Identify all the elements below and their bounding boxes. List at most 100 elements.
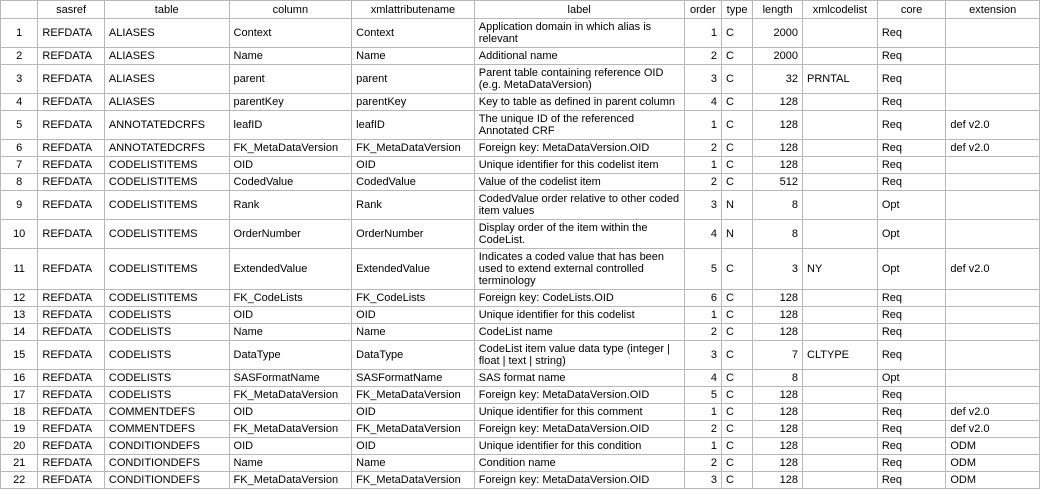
cell-xmlattributename[interactable]: Rank <box>352 191 475 220</box>
cell-extension[interactable] <box>946 290 1040 307</box>
cell-core[interactable]: Req <box>877 140 946 157</box>
cell-column[interactable]: OrderNumber <box>229 220 352 249</box>
cell-type[interactable]: C <box>722 157 753 174</box>
cell-table[interactable]: CODELISTITEMS <box>104 191 229 220</box>
cell-xmlcodelist[interactable]: NY <box>803 249 878 290</box>
cell-sasref[interactable]: REFDATA <box>38 387 104 404</box>
table-row[interactable]: 15REFDATACODELISTSDataTypeDataTypeCodeLi… <box>1 341 1040 370</box>
cell-xmlattributename[interactable]: FK_MetaDataVersion <box>352 421 475 438</box>
cell-xmlcodelist[interactable] <box>803 157 878 174</box>
cell-length[interactable]: 128 <box>753 324 803 341</box>
cell-table[interactable]: CODELISTS <box>104 387 229 404</box>
row-number[interactable]: 12 <box>1 290 38 307</box>
cell-core[interactable]: Req <box>877 324 946 341</box>
cell-table[interactable]: CONDITIONDEFS <box>104 438 229 455</box>
cell-label[interactable]: Unique identifier for this codelist item <box>474 157 684 174</box>
cell-xmlcodelist[interactable] <box>803 404 878 421</box>
cell-order[interactable]: 3 <box>684 472 721 489</box>
table-row[interactable]: 12REFDATACODELISTITEMSFK_CodeListsFK_Cod… <box>1 290 1040 307</box>
cell-label[interactable]: Indicates a coded value that has been us… <box>474 249 684 290</box>
cell-order[interactable]: 2 <box>684 324 721 341</box>
cell-length[interactable]: 128 <box>753 472 803 489</box>
cell-xmlcodelist[interactable] <box>803 387 878 404</box>
cell-order[interactable]: 1 <box>684 438 721 455</box>
cell-sasref[interactable]: REFDATA <box>38 48 104 65</box>
table-row[interactable]: 3REFDATAALIASESparentparentParent table … <box>1 65 1040 94</box>
cell-table[interactable]: CODELISTS <box>104 341 229 370</box>
cell-xmlcodelist[interactable] <box>803 220 878 249</box>
cell-xmlcodelist[interactable]: CLTYPE <box>803 341 878 370</box>
cell-sasref[interactable]: REFDATA <box>38 324 104 341</box>
cell-table[interactable]: CODELISTS <box>104 324 229 341</box>
cell-label[interactable]: Condition name <box>474 455 684 472</box>
cell-core[interactable]: Req <box>877 19 946 48</box>
cell-sasref[interactable]: REFDATA <box>38 19 104 48</box>
cell-length[interactable]: 512 <box>753 174 803 191</box>
cell-extension[interactable]: def v2.0 <box>946 140 1040 157</box>
cell-extension[interactable] <box>946 387 1040 404</box>
row-number[interactable]: 4 <box>1 94 38 111</box>
cell-core[interactable]: Opt <box>877 191 946 220</box>
cell-sasref[interactable]: REFDATA <box>38 249 104 290</box>
cell-xmlcodelist[interactable] <box>803 48 878 65</box>
cell-column[interactable]: OID <box>229 307 352 324</box>
cell-column[interactable]: Rank <box>229 191 352 220</box>
cell-xmlcodelist[interactable] <box>803 438 878 455</box>
cell-length[interactable]: 2000 <box>753 19 803 48</box>
cell-xmlattributename[interactable]: ExtendedValue <box>352 249 475 290</box>
cell-order[interactable]: 1 <box>684 307 721 324</box>
cell-xmlcodelist[interactable] <box>803 290 878 307</box>
row-number[interactable]: 19 <box>1 421 38 438</box>
cell-table[interactable]: COMMENTDEFS <box>104 404 229 421</box>
row-number[interactable]: 21 <box>1 455 38 472</box>
cell-xmlcodelist[interactable] <box>803 140 878 157</box>
header-column[interactable]: column <box>229 1 352 19</box>
cell-order[interactable]: 1 <box>684 157 721 174</box>
cell-order[interactable]: 3 <box>684 65 721 94</box>
table-row[interactable]: 19REFDATACOMMENTDEFSFK_MetaDataVersionFK… <box>1 421 1040 438</box>
cell-order[interactable]: 2 <box>684 140 721 157</box>
cell-length[interactable]: 128 <box>753 94 803 111</box>
cell-order[interactable]: 5 <box>684 249 721 290</box>
cell-core[interactable]: Req <box>877 421 946 438</box>
cell-xmlattributename[interactable]: OID <box>352 157 475 174</box>
cell-length[interactable]: 128 <box>753 157 803 174</box>
table-row[interactable]: 16REFDATACODELISTSSASFormatNameSASFormat… <box>1 370 1040 387</box>
cell-label[interactable]: SAS format name <box>474 370 684 387</box>
cell-xmlcodelist[interactable] <box>803 455 878 472</box>
cell-xmlcodelist[interactable] <box>803 421 878 438</box>
cell-column[interactable]: parent <box>229 65 352 94</box>
cell-xmlattributename[interactable]: parentKey <box>352 94 475 111</box>
cell-xmlattributename[interactable]: DataType <box>352 341 475 370</box>
cell-order[interactable]: 1 <box>684 404 721 421</box>
cell-table[interactable]: CODELISTS <box>104 370 229 387</box>
table-row[interactable]: 10REFDATACODELISTITEMSOrderNumberOrderNu… <box>1 220 1040 249</box>
cell-xmlattributename[interactable]: FK_MetaDataVersion <box>352 387 475 404</box>
cell-length[interactable]: 128 <box>753 455 803 472</box>
cell-label[interactable]: Unique identifier for this condition <box>474 438 684 455</box>
cell-sasref[interactable]: REFDATA <box>38 341 104 370</box>
cell-core[interactable]: Req <box>877 472 946 489</box>
cell-xmlcodelist[interactable] <box>803 19 878 48</box>
header-type[interactable]: type <box>722 1 753 19</box>
cell-table[interactable]: ANNOTATEDCRFS <box>104 111 229 140</box>
table-row[interactable]: 8REFDATACODELISTITEMSCodedValueCodedValu… <box>1 174 1040 191</box>
cell-order[interactable]: 4 <box>684 220 721 249</box>
cell-type[interactable]: C <box>722 438 753 455</box>
cell-order[interactable]: 4 <box>684 94 721 111</box>
cell-extension[interactable] <box>946 65 1040 94</box>
cell-table[interactable]: ALIASES <box>104 48 229 65</box>
cell-core[interactable]: Req <box>877 307 946 324</box>
cell-column[interactable]: OID <box>229 438 352 455</box>
cell-column[interactable]: Context <box>229 19 352 48</box>
cell-length[interactable]: 128 <box>753 421 803 438</box>
cell-type[interactable]: C <box>722 174 753 191</box>
row-number[interactable]: 18 <box>1 404 38 421</box>
table-row[interactable]: 6REFDATAANNOTATEDCRFSFK_MetaDataVersionF… <box>1 140 1040 157</box>
cell-xmlattributename[interactable]: FK_MetaDataVersion <box>352 140 475 157</box>
cell-extension[interactable] <box>946 341 1040 370</box>
cell-length[interactable]: 128 <box>753 140 803 157</box>
table-row[interactable]: 4REFDATAALIASESparentKeyparentKeyKey to … <box>1 94 1040 111</box>
cell-extension[interactable] <box>946 324 1040 341</box>
row-number[interactable]: 7 <box>1 157 38 174</box>
